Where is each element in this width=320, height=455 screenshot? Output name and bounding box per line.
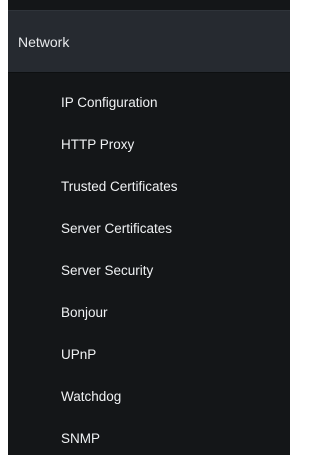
sidebar-item-label: Trusted Certificates bbox=[61, 178, 178, 194]
sidebar-item-label: HTTP Proxy bbox=[61, 136, 135, 152]
sidebar-item-upnp[interactable]: UPnP bbox=[8, 333, 290, 375]
sidebar-section-network[interactable]: Network bbox=[8, 10, 290, 73]
sidebar-item-label: Bonjour bbox=[61, 304, 108, 320]
sidebar-item-label: Watchdog bbox=[61, 388, 122, 404]
sidebar-item-label: IP Configuration bbox=[61, 94, 158, 110]
sidebar-panel: Network IP Configuration HTTP Proxy Trus… bbox=[8, 0, 290, 455]
sidebar-item-server-security[interactable]: Server Security bbox=[8, 249, 290, 291]
sidebar-item-label: Server Security bbox=[61, 262, 154, 278]
sidebar-item-bonjour[interactable]: Bonjour bbox=[8, 291, 290, 333]
sidebar-item-ip-configuration[interactable]: IP Configuration bbox=[8, 81, 290, 123]
sidebar-item-snmp[interactable]: SNMP bbox=[8, 417, 290, 455]
network-submenu: IP Configuration HTTP Proxy Trusted Cert… bbox=[8, 73, 290, 455]
sidebar-section-title: Network bbox=[18, 33, 70, 50]
sidebar-item-label: Server Certificates bbox=[61, 220, 173, 236]
sidebar-item-http-proxy[interactable]: HTTP Proxy bbox=[8, 123, 290, 165]
sidebar-top-strip bbox=[8, 0, 290, 10]
sidebar-item-server-certificates[interactable]: Server Certificates bbox=[8, 207, 290, 249]
sidebar-item-trusted-certificates[interactable]: Trusted Certificates bbox=[8, 165, 290, 207]
sidebar-item-watchdog[interactable]: Watchdog bbox=[8, 375, 290, 417]
sidebar-item-label: SNMP bbox=[61, 430, 101, 446]
sidebar-item-label: UPnP bbox=[61, 346, 97, 362]
